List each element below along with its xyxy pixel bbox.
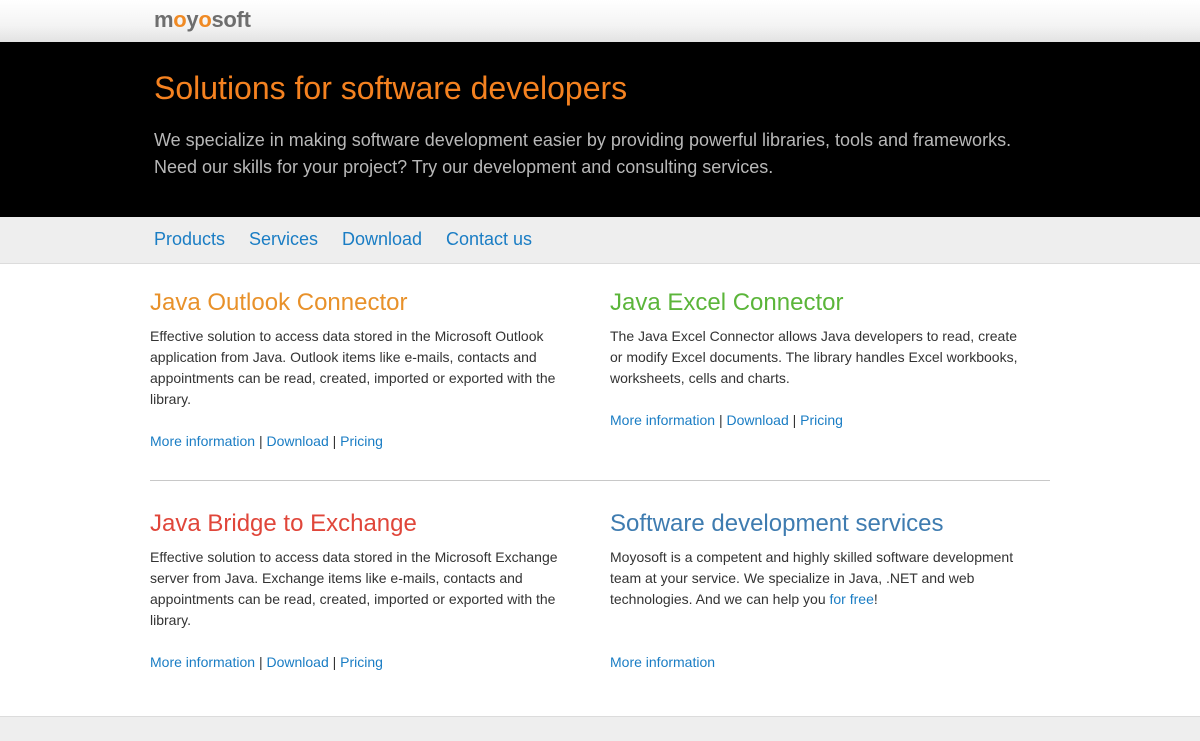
- for-free-link[interactable]: for free: [830, 591, 874, 607]
- download-link[interactable]: Download: [266, 654, 328, 670]
- product-card-excel: Java Excel Connector The Java Excel Conn…: [610, 288, 1025, 430]
- pricing-link[interactable]: Pricing: [340, 433, 383, 449]
- main-content: Java Outlook Connector Effective solutio…: [0, 264, 1200, 716]
- logo-text-soft: soft: [211, 7, 251, 32]
- nav-download[interactable]: Download: [342, 229, 422, 250]
- more-information-link[interactable]: More information: [150, 433, 255, 449]
- link-separator: |: [332, 433, 337, 449]
- card-title: Java Bridge to Exchange: [150, 510, 417, 537]
- card-description: The Java Excel Connector allows Java dev…: [610, 328, 1018, 386]
- nav-services[interactable]: Services: [249, 229, 318, 250]
- more-information-link[interactable]: More information: [150, 654, 255, 670]
- hero-line-1: We specialize in making software develop…: [154, 130, 1012, 150]
- logo-text-o2: o: [198, 7, 212, 32]
- card-title: Software development services: [610, 510, 944, 537]
- card-links: More information | Download | Pricing: [150, 431, 565, 451]
- card-title: Java Excel Connector: [610, 289, 844, 316]
- link-separator: |: [258, 654, 263, 670]
- pricing-link[interactable]: Pricing: [340, 654, 383, 670]
- logo-text-m: m: [154, 7, 174, 32]
- description-text-end: !: [873, 591, 878, 607]
- card-links: More information | Download | Pricing: [610, 410, 1025, 430]
- section-divider: [150, 480, 1050, 481]
- description-text: Moyosoft is a competent and highly skill…: [610, 549, 1014, 607]
- hero-description: We specialize in making software develop…: [154, 127, 1054, 181]
- download-link[interactable]: Download: [266, 433, 328, 449]
- logo-text-o: o: [173, 7, 187, 32]
- nav-contact-us[interactable]: Contact us: [446, 229, 532, 250]
- hero-banner: Solutions for software developers We spe…: [0, 42, 1200, 217]
- moyosoft-logo[interactable]: moyosoft: [154, 7, 251, 33]
- link-separator: |: [258, 433, 263, 449]
- card-links: More information | Download | Pricing: [150, 652, 565, 672]
- main-nav: Products Services Download Contact us: [0, 217, 1200, 264]
- more-information-link[interactable]: More information: [610, 412, 715, 428]
- download-link[interactable]: Download: [726, 412, 788, 428]
- link-separator: |: [792, 412, 797, 428]
- card-links: More information: [610, 652, 1025, 672]
- pricing-link[interactable]: Pricing: [800, 412, 843, 428]
- card-title: Java Outlook Connector: [150, 289, 408, 316]
- link-separator: |: [332, 654, 337, 670]
- card-description: Effective solution to access data stored…: [150, 549, 558, 628]
- hero-title: Solutions for software developers: [154, 70, 628, 106]
- hero-line-2: Need our skills for your project? Try ou…: [154, 157, 774, 177]
- footer: [0, 716, 1200, 741]
- more-information-link[interactable]: More information: [610, 654, 715, 670]
- nav-products[interactable]: Products: [154, 229, 225, 250]
- services-card: Software development services Moyosoft i…: [610, 509, 1025, 672]
- logo-text-y: y: [186, 7, 199, 32]
- product-card-outlook: Java Outlook Connector Effective solutio…: [150, 288, 565, 451]
- top-bar: moyosoft: [0, 0, 1200, 42]
- card-description: Moyosoft is a competent and highly skill…: [610, 547, 1025, 610]
- link-separator: |: [718, 412, 723, 428]
- product-card-exchange: Java Bridge to Exchange Effective soluti…: [150, 509, 565, 672]
- card-description: Effective solution to access data stored…: [150, 328, 556, 407]
